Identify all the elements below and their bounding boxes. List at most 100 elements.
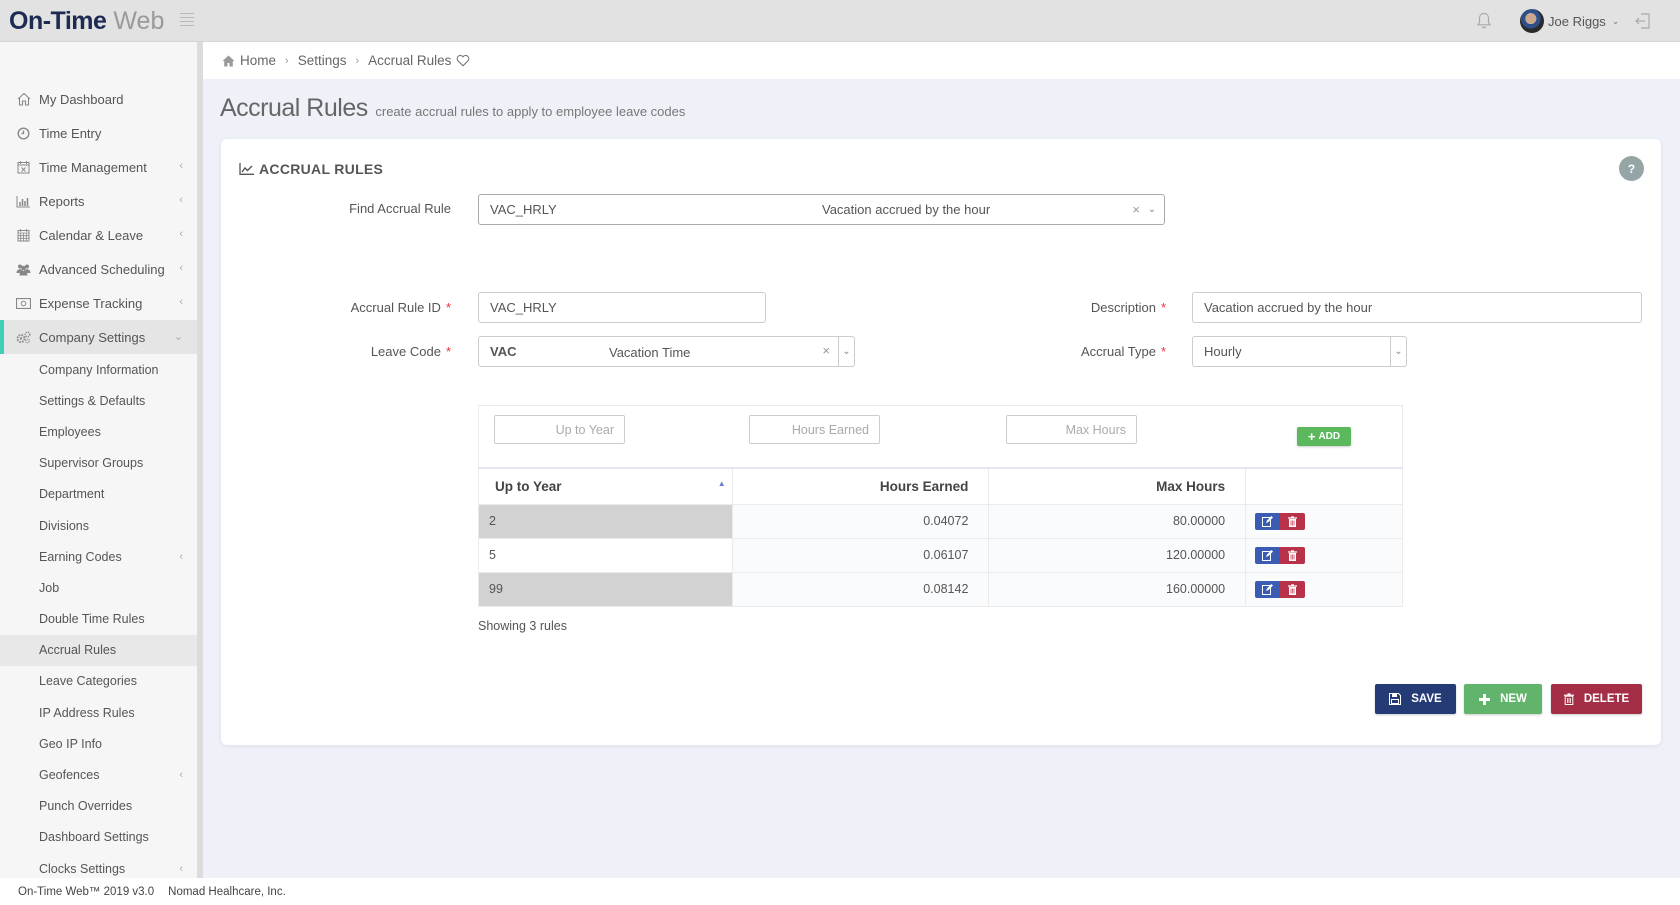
sidebar-item-company-settings[interactable]: Company Settings ⌄ [0,320,197,354]
sidebar-item-time-management[interactable]: Time Management ‹ [0,150,197,184]
sidebar-subitem-dashboard-settings[interactable]: Dashboard Settings [0,822,197,853]
cell-hours-earned: 0.08142 [731,571,990,607]
accrual-rules-table: Up to Year ▲ Hours Earned Max Hours 2 0.0… [478,467,1403,607]
sidebar-subitem-settings-defaults[interactable]: Settings & Defaults [0,385,197,416]
chevron-down-icon[interactable]: ⌄ [1144,195,1160,224]
menu-toggle-icon[interactable] [180,13,194,27]
sidebar-item-my-dashboard[interactable]: My Dashboard [0,82,197,116]
accrual-rule-id-input[interactable]: VAC_HRLY [478,292,766,323]
accrual-type-select[interactable]: Hourly ⌄ [1192,336,1407,367]
delete-row-button[interactable] [1280,546,1306,564]
sidebar-subitem-label: Leave Categories [39,674,137,689]
sidebar-subitem-supervisor-groups[interactable]: Supervisor Groups [0,448,197,479]
delete-row-button[interactable] [1280,512,1306,530]
sidebar-subitem-label: Double Time Rules [39,612,145,627]
sidebar-subitem-company-information[interactable]: Company Information [0,354,197,385]
sidebar-subitem-ip-address-rules[interactable]: IP Address Rules [0,697,197,728]
sidebar-subitem-employees[interactable]: Employees [0,416,197,447]
sidebar-item-expense-tracking[interactable]: Expense Tracking ‹ [0,286,197,320]
leave-code-select[interactable]: VAC Vacation Time × ⌄ [478,336,855,367]
cell-actions [1245,571,1403,607]
sidebar-scrollbar[interactable] [197,42,203,878]
label-text: Accrual Rule ID [350,300,441,315]
breadcrumb-home[interactable]: Home [240,53,276,68]
sidebar-item-label: Advanced Scheduling [39,261,165,277]
new-button[interactable]: NEW [1464,684,1542,714]
heart-icon[interactable] [456,54,470,67]
cell-max-hours: 120.00000 [988,537,1247,573]
sidebar-subitem-divisions[interactable]: Divisions [0,510,197,541]
sidebar-subitem-label: Department [39,487,105,502]
app-logo[interactable]: On-Time Web [9,6,164,36]
edit-button[interactable] [1255,512,1281,530]
sidebar-item-advanced-scheduling[interactable]: Advanced Scheduling ‹ [0,252,197,286]
column-header-hours-earned[interactable]: Hours Earned [731,467,990,505]
sidebar-subitem-geo-ip-info[interactable]: Geo IP Info [0,728,197,759]
edit-button[interactable] [1255,546,1281,564]
breadcrumb-settings[interactable]: Settings [298,53,347,68]
sidebar-subitem-punch-overrides[interactable]: Punch Overrides [0,791,197,822]
sidebar-subitem-earning-codes[interactable]: Earning Codes ‹ [0,541,197,572]
sidebar-subitem-label: Clocks Settings [39,861,126,876]
sidebar-subitem-label: Earning Codes [39,549,122,564]
edit-icon [1262,583,1274,595]
edit-button[interactable] [1255,580,1281,598]
table-row[interactable]: 5 0.06107 120.00000 [478,537,1403,573]
sidebar-subitem-geofences[interactable]: Geofences ‹ [0,759,197,790]
add-button[interactable]: + ADD [1297,427,1351,446]
sidebar-item-label: Calendar & Leave [39,227,144,243]
bell-icon[interactable] [1476,12,1492,30]
sidebar-subitem-leave-categories[interactable]: Leave Categories [0,666,197,697]
delete-row-button[interactable] [1280,580,1306,598]
sign-out-icon[interactable] [1634,12,1652,30]
user-name: Joe Riggs [1548,13,1606,29]
sidebar-item-calendar-leave[interactable]: Calendar & Leave ‹ [0,218,197,252]
sidebar-item-time-entry[interactable]: Time Entry [0,116,197,150]
clock-icon [16,126,31,141]
up-to-year-filter-input[interactable] [494,415,625,444]
table-row[interactable]: 99 0.08142 160.00000 [478,571,1403,607]
leave-code-label: Leave Code * [281,344,451,359]
sidebar-subitem-clocks-settings[interactable]: Clocks Settings ‹ [0,853,197,878]
chevron-left-icon: ‹ [179,550,183,563]
table-row[interactable]: 2 0.04072 80.00000 [478,503,1403,539]
delete-button[interactable]: DELETE [1551,684,1642,714]
sidebar-subitem-label: Supervisor Groups [39,456,144,471]
edit-icon [1262,515,1274,527]
accrual-rule-id-label: Accrual Rule ID * [281,300,451,315]
find-code: VAC_HRLY [490,202,557,217]
accrual-table: +ADD Up to Year ▲ Hours Earned Max Hours … [478,405,1403,607]
chevron-left-icon: ‹ [179,160,183,172]
user-menu[interactable]: Joe Riggs ⌄ [1520,8,1619,34]
money-icon [16,296,31,311]
table-record-count: Showing 3 rules [478,619,567,633]
chevron-left-icon: ‹ [179,769,183,782]
cell-actions [1245,537,1403,573]
sidebar-subitem-department[interactable]: Department [0,479,197,510]
help-icon: ? [1627,161,1636,176]
chevron-down-icon[interactable]: ⌄ [1390,337,1406,366]
column-header-up-to-year[interactable]: Up to Year ▲ [478,467,733,505]
chevron-down-icon: ⌄ [1611,15,1620,26]
sidebar-nav: My Dashboard Time Entry Time Management … [0,82,197,878]
hours-earned-filter-input[interactable] [749,415,880,444]
required-marker: * [445,344,451,359]
chevron-down-icon[interactable]: ⌄ [838,337,854,366]
help-button[interactable]: ? [1619,156,1644,181]
sidebar-item-label: Expense Tracking [39,295,143,311]
home-icon [222,55,235,66]
description-input[interactable]: Vacation accrued by the hour [1192,292,1642,323]
sidebar-item-reports[interactable]: Reports ‹ [0,184,197,218]
clear-icon[interactable]: × [822,343,830,358]
sidebar-subitem-accrual-rules[interactable]: Accrual Rules [0,634,197,666]
sidebar-subitem-job[interactable]: Job [0,572,197,603]
max-hours-filter-input[interactable] [1006,415,1137,444]
sidebar-subitem-double-time-rules[interactable]: Double Time Rules [0,604,197,635]
cell-actions [1245,503,1403,539]
clear-icon[interactable]: × [1132,202,1140,217]
save-button[interactable]: SAVE [1375,684,1456,714]
find-accrual-rule-select[interactable]: VAC_HRLY Vacation accrued by the hour × … [478,194,1165,225]
top-bar: On-Time Web Joe Riggs ⌄ [0,0,1680,42]
column-header-max-hours[interactable]: Max Hours [988,467,1247,505]
logo-light: Web [113,7,165,35]
